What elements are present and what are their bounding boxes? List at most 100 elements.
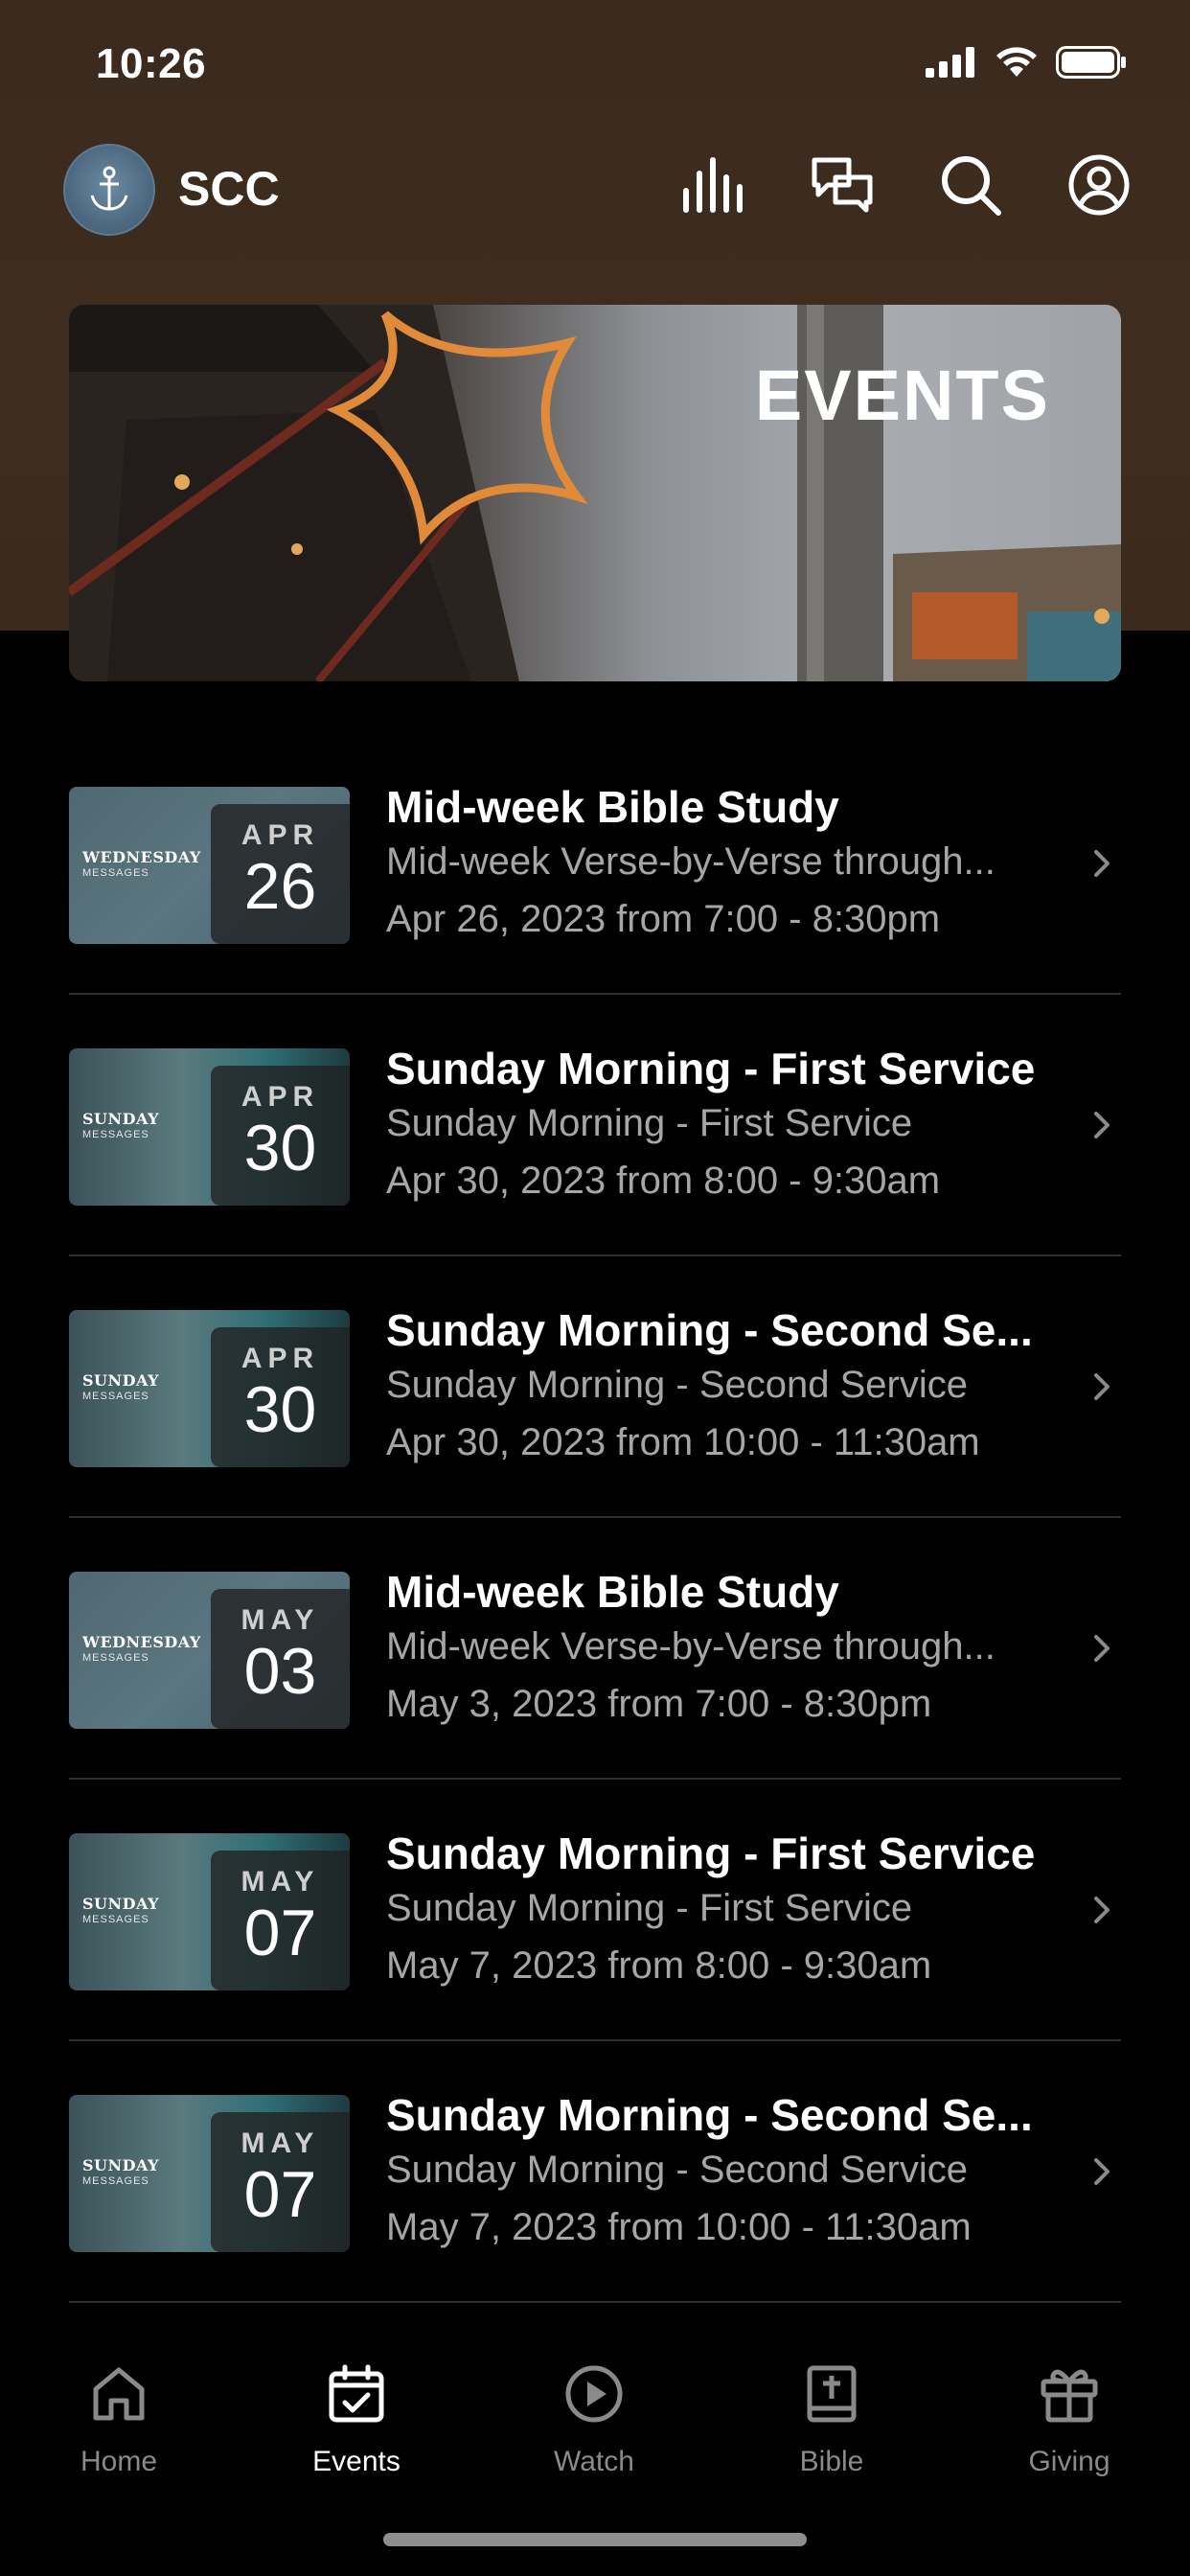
status-bar: 10:26 xyxy=(0,0,1190,134)
tab-watch[interactable]: Watch xyxy=(498,2356,690,2478)
church-logo-avatar[interactable] xyxy=(63,144,155,236)
event-list: WEDNESDAY MESSAGES APR 26 Mid-week Bible… xyxy=(69,733,1121,2303)
date-badge: MAY 07 xyxy=(211,1851,350,1990)
event-description: Sunday Morning - First Service xyxy=(386,1887,913,1929)
date-month: MAY xyxy=(240,1866,320,1898)
tab-bible-label: Bible xyxy=(799,2446,864,2477)
event-thumbnail: WEDNESDAY MESSAGES MAY 03 xyxy=(69,1572,350,1729)
chevron-right-icon xyxy=(1094,2158,1110,2185)
event-time: May 7, 2023 from 8:00 - 9:30am xyxy=(386,1944,932,1987)
thumbnail-series-label: WEDNESDAY xyxy=(82,1633,201,1651)
event-time: May 3, 2023 from 7:00 - 8:30pm xyxy=(386,1683,932,1725)
event-time: May 7, 2023 from 10:00 - 11:30am xyxy=(386,2206,972,2248)
date-badge: APR 30 xyxy=(211,1327,350,1467)
date-badge: APR 30 xyxy=(211,1066,350,1206)
event-description: Mid-week Verse-by-Verse through... xyxy=(386,1625,995,1668)
chat-bubbles-icon xyxy=(812,157,873,213)
tab-giving-label: Giving xyxy=(1028,2446,1110,2477)
thumbnail-series-sub: MESSAGES xyxy=(82,1914,149,1925)
search-icon xyxy=(942,156,1001,216)
thumbnail-series-label: SUNDAY xyxy=(82,1895,160,1913)
bible-icon xyxy=(807,2365,857,2423)
event-title: Mid-week Bible Study xyxy=(386,1567,839,1617)
event-row[interactable]: WEDNESDAY MESSAGES APR 26 Mid-week Bible… xyxy=(69,733,1121,995)
event-thumbnail: SUNDAY MESSAGES MAY 07 xyxy=(69,1833,350,1990)
thumbnail-series-label: WEDNESDAY xyxy=(82,848,201,866)
calendar-icon xyxy=(329,2364,384,2423)
tab-giving[interactable]: Giving xyxy=(973,2356,1165,2478)
chat-button[interactable] xyxy=(809,151,876,218)
chevron-right-icon xyxy=(1094,1112,1110,1138)
audio-button[interactable] xyxy=(680,151,747,218)
date-badge: MAY 07 xyxy=(211,2112,350,2252)
date-month: MAY xyxy=(240,1604,320,1636)
event-title: Sunday Morning - Second Se... xyxy=(386,2090,1033,2140)
home-indicator xyxy=(383,2533,807,2546)
thumbnail-series-sub: MESSAGES xyxy=(82,1391,149,1402)
profile-button[interactable] xyxy=(1065,151,1133,218)
date-day: 07 xyxy=(243,2158,317,2231)
event-time: Apr 30, 2023 from 10:00 - 11:30am xyxy=(386,1421,980,1463)
banner-title: EVENTS xyxy=(754,356,1050,435)
tab-events-label: Events xyxy=(312,2446,400,2477)
tab-home[interactable]: Home xyxy=(23,2356,215,2478)
anchor-icon xyxy=(90,166,128,211)
chevron-right-icon xyxy=(1094,1635,1110,1662)
event-description: Sunday Morning - First Service xyxy=(386,1102,913,1144)
event-row[interactable]: SUNDAY MESSAGES APR 30 Sunday Morning - … xyxy=(69,995,1121,1256)
tab-bible[interactable]: Bible xyxy=(736,2356,927,2478)
event-thumbnail: SUNDAY MESSAGES APR 30 xyxy=(69,1310,350,1467)
header-actions xyxy=(680,151,1133,218)
date-month: APR xyxy=(240,1343,320,1374)
chevron-right-icon xyxy=(1094,850,1110,877)
event-title: Sunday Morning - Second Se... xyxy=(386,1305,1033,1355)
thumbnail-series-sub: MESSAGES xyxy=(82,1652,149,1664)
date-badge: MAY 03 xyxy=(211,1589,350,1729)
event-row[interactable]: SUNDAY MESSAGES MAY 07 Sunday Morning - … xyxy=(69,2041,1121,2303)
date-month: APR xyxy=(240,819,320,851)
event-description: Mid-week Verse-by-Verse through... xyxy=(386,840,995,883)
chevron-right-icon xyxy=(1094,1897,1110,1923)
chevron-right-icon xyxy=(1094,1373,1110,1400)
date-month: MAY xyxy=(240,2128,320,2159)
thumbnail-series-sub: MESSAGES xyxy=(82,867,149,879)
date-day: 30 xyxy=(243,1112,317,1184)
event-title: Mid-week Bible Study xyxy=(386,782,839,832)
search-button[interactable] xyxy=(937,151,1004,218)
date-month: APR xyxy=(240,1081,320,1113)
app-header: SCC xyxy=(0,134,1190,249)
gift-icon xyxy=(1041,2369,1098,2423)
signal-icon xyxy=(926,47,974,78)
wifi-icon xyxy=(996,47,1037,77)
event-thumbnail: WEDNESDAY MESSAGES APR 26 xyxy=(69,787,350,944)
play-icon xyxy=(565,2365,623,2423)
event-row[interactable]: SUNDAY MESSAGES APR 30 Sunday Morning - … xyxy=(69,1256,1121,1518)
thumbnail-series-label: SUNDAY xyxy=(82,2156,160,2174)
app-title: SCC xyxy=(178,162,280,216)
tab-watch-label: Watch xyxy=(554,2446,634,2477)
date-day: 03 xyxy=(243,1635,317,1708)
event-row[interactable]: SUNDAY MESSAGES MAY 07 Sunday Morning - … xyxy=(69,1780,1121,2041)
status-time: 10:26 xyxy=(96,40,207,87)
tab-events[interactable]: Events xyxy=(261,2356,452,2478)
date-day: 07 xyxy=(243,1897,317,1969)
thumbnail-series-sub: MESSAGES xyxy=(82,1129,149,1140)
equalizer-icon xyxy=(683,157,743,213)
event-time: Apr 30, 2023 from 8:00 - 9:30am xyxy=(386,1160,941,1202)
status-icons xyxy=(926,46,1127,79)
battery-icon xyxy=(1056,46,1126,79)
event-thumbnail: SUNDAY MESSAGES MAY 07 xyxy=(69,2095,350,2252)
date-badge: APR 26 xyxy=(211,804,350,944)
event-description: Sunday Morning - Second Service xyxy=(386,2149,968,2191)
event-time: Apr 26, 2023 from 7:00 - 8:30pm xyxy=(386,898,941,940)
event-row[interactable]: WEDNESDAY MESSAGES MAY 03 Mid-week Bible… xyxy=(69,1518,1121,1780)
thumbnail-series-sub: MESSAGES xyxy=(82,2175,149,2187)
event-title: Sunday Morning - First Service xyxy=(386,1044,1036,1093)
event-thumbnail: SUNDAY MESSAGES APR 30 xyxy=(69,1048,350,1206)
tab-home-label: Home xyxy=(80,2446,158,2477)
date-day: 26 xyxy=(243,850,317,923)
thumbnail-series-label: SUNDAY xyxy=(82,1110,160,1128)
event-description: Sunday Morning - Second Service xyxy=(386,1364,968,1406)
home-icon xyxy=(93,2367,145,2421)
event-title: Sunday Morning - First Service xyxy=(386,1828,1036,1878)
